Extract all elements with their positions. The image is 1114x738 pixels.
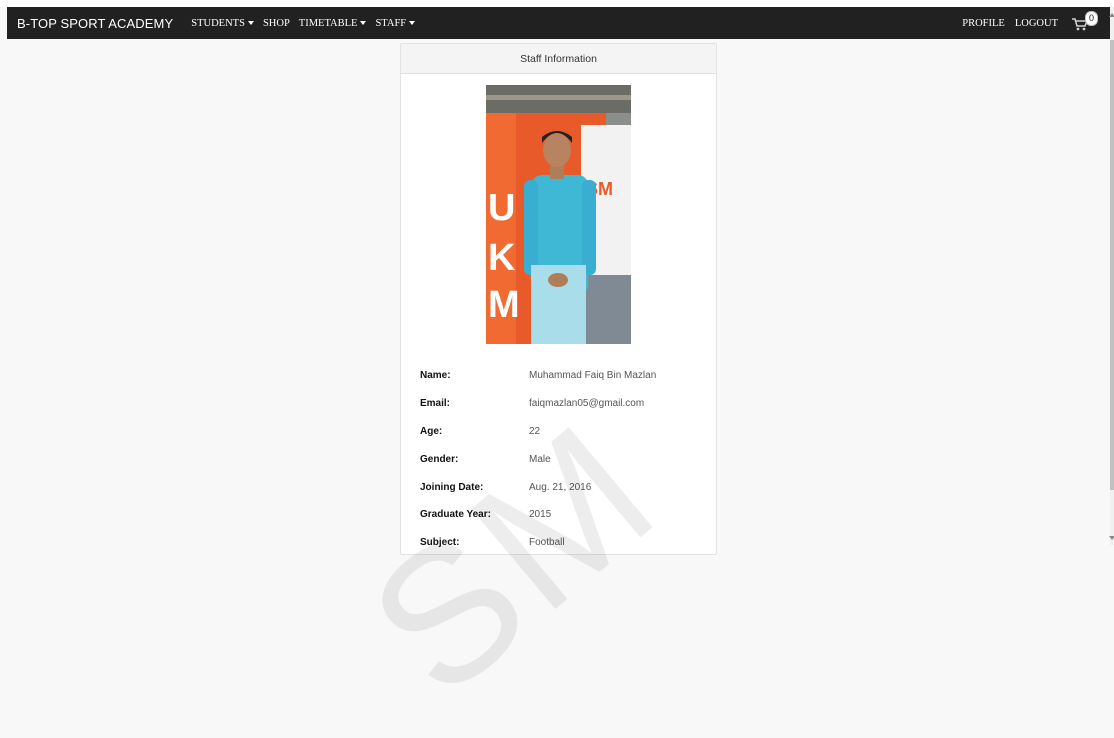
email-value: faiqmazlan05@gmail.com (529, 398, 645, 410)
joining-date-value: Aug. 21, 2016 (529, 481, 592, 493)
svg-text:U: U (488, 187, 515, 229)
subject-value: Football (529, 537, 565, 549)
nav-shop-label: SHOP (262, 17, 290, 29)
gender-label: Gender: (420, 453, 459, 465)
nav-timetable-label: TIMETABLE (298, 17, 358, 29)
detail-row-age: Age: 22 (420, 418, 710, 446)
card-header: Staff Information (401, 44, 716, 74)
nav-students-dropdown[interactable]: STUDENTS (191, 18, 254, 29)
subject-label: Subject: (420, 537, 460, 549)
staff-info-card: Staff Information U K M SM Name: Muhamma… (400, 43, 717, 555)
nav-staff-label: STAFF (375, 17, 407, 29)
cart-button[interactable]: 0 (1072, 11, 1098, 33)
caret-down-icon (360, 21, 367, 25)
detail-row-name: Name: Muhammad Faiq Bin Mazlan (420, 362, 710, 390)
nav-shop-link[interactable]: SHOP (263, 18, 290, 29)
graduate-year-label: Graduate Year: (420, 509, 491, 521)
detail-row-subject: Subject: Football (420, 529, 710, 557)
name-value: Muhammad Faiq Bin Mazlan (529, 370, 657, 382)
caret-down-icon (409, 21, 416, 25)
joining-date-label: Joining Date: (420, 481, 484, 493)
navbar-right: PROFILE LOGOUT 0 (962, 11, 1110, 33)
brand-link[interactable]: B-TOP SPORT ACADEMY (17, 16, 173, 31)
svg-text:M: M (488, 284, 520, 326)
detail-row-email: Email: faiqmazlan05@gmail.com (420, 390, 710, 418)
name-label: Name: (420, 370, 451, 382)
age-label: Age: (420, 425, 443, 437)
nav-students-label: STUDENTS (191, 17, 245, 29)
gender-value: Male (529, 453, 551, 465)
staff-details: Name: Muhammad Faiq Bin Mazlan Email: fa… (420, 362, 710, 557)
navbar: B-TOP SPORT ACADEMY STUDENTS SHOP TIMETA… (7, 7, 1110, 39)
age-value: 22 (529, 425, 541, 437)
detail-row-graduate-year: Graduate Year: 2015 (420, 501, 710, 529)
profile-link[interactable]: PROFILE (962, 18, 1005, 29)
graduate-year-value: 2015 (529, 509, 552, 521)
scroll-down-arrow-icon[interactable] (1109, 536, 1114, 540)
scroll-up-arrow-icon[interactable] (1109, 13, 1114, 17)
staff-photo: U K M SM (486, 85, 631, 344)
scrollbar-thumb[interactable] (1110, 40, 1114, 490)
svg-text:K: K (488, 237, 516, 279)
logout-link[interactable]: LOGOUT (1015, 18, 1058, 29)
cart-count-badge: 0 (1085, 11, 1098, 26)
nav-timetable-dropdown[interactable]: TIMETABLE (299, 18, 367, 29)
nav-staff-dropdown[interactable]: STAFF (375, 17, 416, 29)
detail-row-joining-date: Joining Date: Aug. 21, 2016 (420, 473, 710, 501)
detail-row-gender: Gender: Male (420, 445, 710, 473)
email-label: Email: (420, 398, 451, 410)
caret-down-icon (247, 21, 254, 25)
window-top-frame (0, 0, 1114, 7)
